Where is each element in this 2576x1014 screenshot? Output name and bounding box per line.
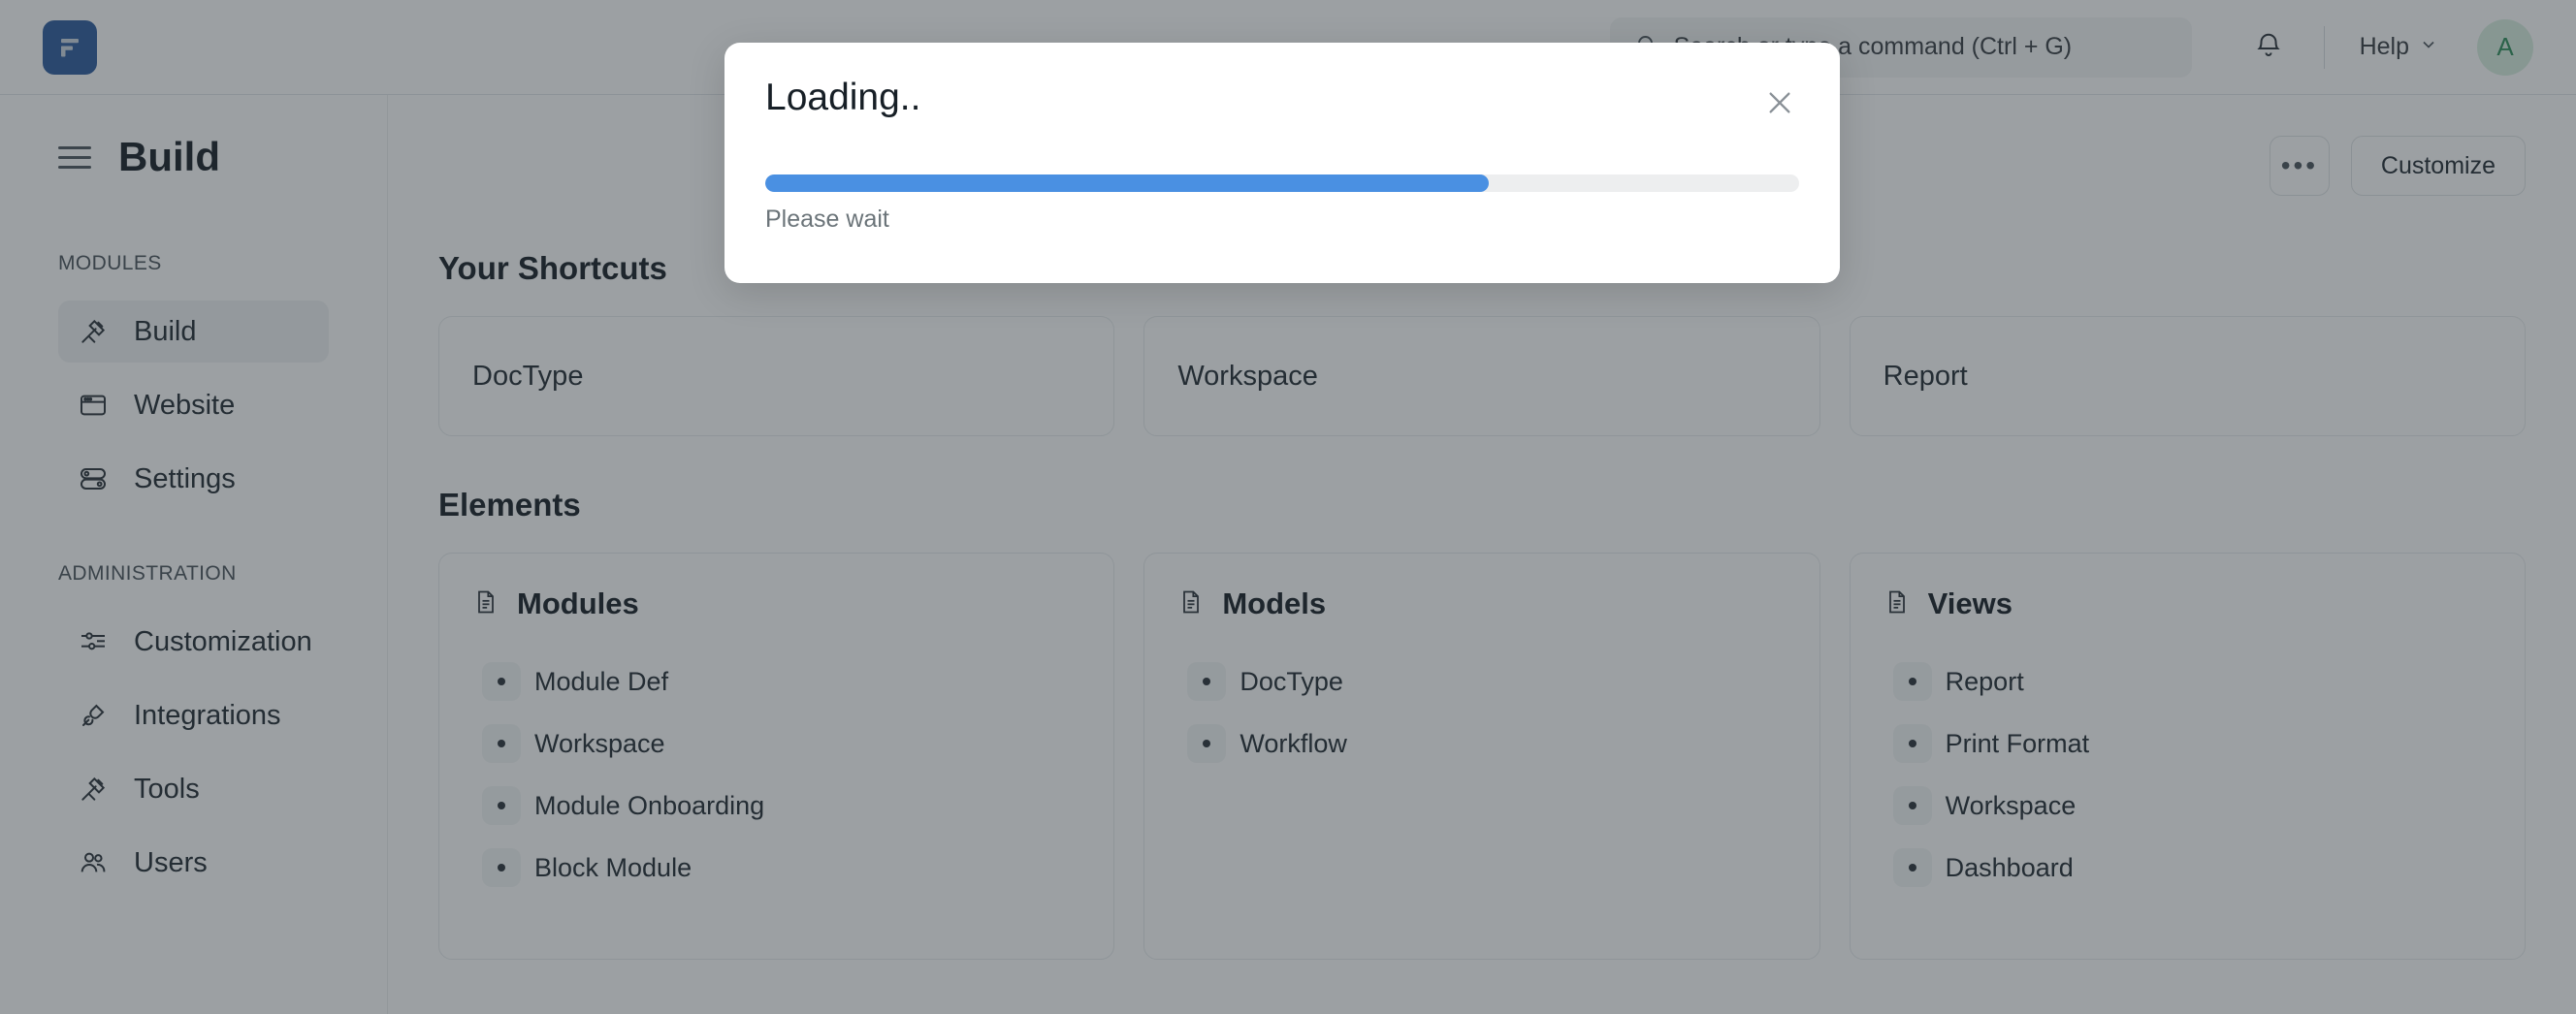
loading-dialog: Loading.. Please wait bbox=[724, 43, 1840, 283]
dialog-title: Loading.. bbox=[765, 78, 920, 119]
close-button[interactable] bbox=[1760, 83, 1799, 122]
dialog-header: Loading.. bbox=[765, 78, 1799, 122]
progress-caption: Please wait bbox=[765, 206, 1799, 234]
progress-bar-track bbox=[765, 174, 1799, 192]
progress-bar-fill bbox=[765, 174, 1489, 192]
close-icon bbox=[1764, 107, 1795, 121]
dialog-body: Please wait bbox=[765, 174, 1799, 234]
